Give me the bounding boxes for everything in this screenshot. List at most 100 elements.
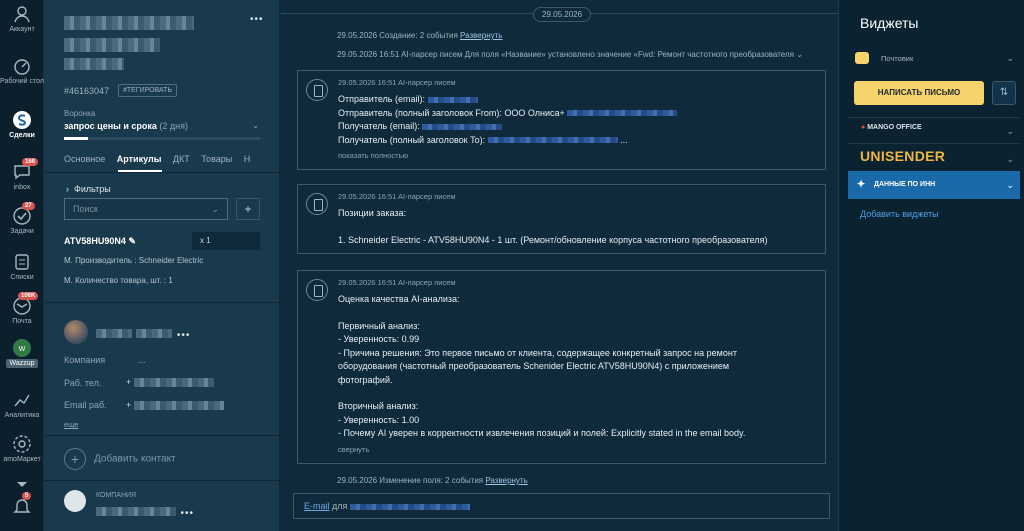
filters-toggle[interactable]: › Фильтры bbox=[66, 184, 111, 194]
attr-manufacturer: М. Производитель : Schneider Electric bbox=[64, 256, 204, 265]
note-line-tail: ... bbox=[620, 134, 628, 145]
system-event-title-text: 29.05.2026 16:51 AI-парсер писем Для пол… bbox=[337, 50, 794, 59]
note-line-text: Отправитель (email): bbox=[338, 94, 425, 104]
market-icon bbox=[13, 435, 31, 453]
search-placeholder: Поиск bbox=[73, 204, 98, 214]
widget-inn-data[interactable]: ✦ ДАННЫЕ ПО ИНН ⌄ bbox=[848, 171, 1020, 199]
company-field-label: Компания bbox=[64, 355, 106, 365]
expand-link[interactable]: Развернуть bbox=[485, 476, 527, 485]
tab-goods[interactable]: Товары bbox=[201, 154, 232, 164]
work-phone-label: Раб. тел. bbox=[64, 378, 102, 388]
note-line-text: Отправитель (полный заголовок From): ООО… bbox=[338, 107, 565, 118]
collapse-link[interactable]: свернуть bbox=[338, 445, 369, 454]
note-line: оборудования (частотный преобразователь … bbox=[338, 361, 730, 371]
widgets-panel: Виджеты Почтовик ⌄ НАПИСАТЬ ПИСЬМО ⇅ ⌄ ●… bbox=[838, 0, 1024, 531]
nav-label-lists: Списки bbox=[10, 274, 34, 281]
write-letter-button[interactable]: НАПИСАТЬ ПИСЬМО bbox=[854, 81, 984, 105]
svg-text:W: W bbox=[19, 346, 26, 353]
mail-widget-label: Почтовик bbox=[881, 54, 914, 63]
avatar[interactable] bbox=[64, 320, 88, 344]
company-field-value[interactable]: ... bbox=[138, 355, 146, 365]
nav-analytics[interactable]: Аналитика bbox=[0, 390, 44, 419]
left-nav: Аккаунт Рабочий стол Сделки 168 inbox 27… bbox=[0, 0, 44, 531]
company-name[interactable]: ••• bbox=[96, 503, 194, 521]
chevron-down-icon bbox=[17, 482, 27, 487]
nav-market[interactable]: amoМаркет bbox=[0, 434, 44, 463]
redacted-email bbox=[133, 401, 224, 411]
company-avatar[interactable] bbox=[64, 490, 86, 512]
work-email-label: Email раб. bbox=[64, 400, 107, 410]
chevron-down-icon: ⌄ bbox=[1006, 180, 1014, 190]
tab-next[interactable]: Н bbox=[244, 154, 251, 164]
lead-menu-button[interactable]: ••• bbox=[250, 14, 264, 25]
note-line: Получатель (email): bbox=[338, 120, 677, 134]
note-line: Оценка качества AI-анализа: bbox=[338, 294, 460, 304]
lead-title[interactable] bbox=[64, 14, 194, 70]
nav-notifications[interactable]: 5 bbox=[0, 492, 44, 518]
sku-quantity-field[interactable]: x 1 bbox=[192, 232, 260, 250]
system-event-create: 29.05.2026 Создание: 2 события Развернут… bbox=[337, 31, 502, 40]
swap-icon[interactable]: ⇅ bbox=[992, 81, 1016, 105]
chevron-down-icon[interactable]: ⌄ bbox=[796, 50, 803, 59]
chevron-down-icon: ⌄ bbox=[1006, 126, 1014, 136]
sku-name[interactable]: ATV58HU90N4 ✎ bbox=[64, 236, 136, 247]
show-full-link[interactable]: показать полностью bbox=[338, 151, 408, 160]
nav-label-account: Аккаунт bbox=[9, 26, 35, 33]
add-contact-label: Добавить контакт bbox=[94, 453, 176, 465]
company-section-label: КОМПАНИЯ bbox=[96, 492, 137, 499]
company-menu-button[interactable]: ••• bbox=[180, 508, 194, 519]
add-widgets-link[interactable]: Добавить виджеты bbox=[860, 209, 939, 219]
note-line: 1. Schneider Electric - ATV58HU90N4 - 1 … bbox=[338, 234, 768, 245]
lead-id: #46163047 bbox=[64, 86, 110, 96]
feed: 29.05.2026 29.05.2026 Создание: 2 событи… bbox=[281, 0, 838, 531]
contact-menu-button[interactable]: ••• bbox=[177, 330, 191, 341]
chevron-down-icon: ⌄ bbox=[1006, 154, 1014, 164]
work-phone-value[interactable]: + bbox=[126, 377, 214, 388]
nav-deals[interactable]: Сделки bbox=[0, 110, 44, 139]
nav-lists[interactable]: Списки bbox=[0, 252, 44, 281]
widget-mail[interactable]: Почтовик ⌄ bbox=[848, 46, 1020, 72]
pencil-icon: ✎ bbox=[128, 236, 136, 246]
redacted-value bbox=[422, 123, 503, 130]
nav-account[interactable]: Аккаунт bbox=[0, 4, 44, 33]
lead-tabs: Основное Артикулы ДКТ Товары Н bbox=[64, 154, 259, 164]
contact-name[interactable]: ••• bbox=[96, 325, 190, 343]
nav-inbox[interactable]: 168 inbox bbox=[0, 158, 44, 191]
tabs-divider bbox=[44, 172, 280, 173]
tab-main[interactable]: Основное bbox=[64, 154, 105, 164]
tab-dkt[interactable]: ДКТ bbox=[173, 154, 190, 164]
nav-wazzup[interactable]: W Wazzup bbox=[0, 338, 44, 368]
note-meta: 29.05.2026 16:51 AI-парсер писем bbox=[338, 278, 456, 287]
chevron-right-icon: › bbox=[66, 184, 69, 194]
mango-logo-dot: ● bbox=[861, 124, 866, 131]
tab-articles[interactable]: Артикулы bbox=[117, 154, 162, 164]
compose-input[interactable]: E-mail для bbox=[293, 493, 830, 519]
note-body: Отправитель (email): Отправитель (полный… bbox=[338, 93, 678, 147]
more-fields-link[interactable]: еще bbox=[64, 420, 78, 429]
nav-dashboard[interactable]: Рабочий стол bbox=[0, 56, 44, 85]
work-email-value[interactable]: + bbox=[126, 400, 224, 411]
add-contact-button[interactable]: + Добавить контакт bbox=[64, 448, 176, 470]
tag-button[interactable]: #ТЕГИРОВАТЬ bbox=[118, 84, 178, 97]
chevron-down-icon[interactable]: ⌄ bbox=[252, 121, 259, 130]
widgets-title: Виджеты bbox=[860, 15, 919, 31]
note-body: Оценка качества AI-анализа: Первичный ан… bbox=[338, 293, 745, 441]
search-input[interactable]: Поиск ⌄ bbox=[64, 198, 228, 220]
note-icon bbox=[306, 79, 328, 101]
mail-badge: 106K bbox=[18, 292, 39, 300]
compose-channel-link[interactable]: E-mail bbox=[304, 501, 330, 511]
redacted-recipient bbox=[349, 503, 470, 510]
nav-tasks[interactable]: 27 Задачи bbox=[0, 202, 44, 235]
funnel-value: запрос цены и срока bbox=[64, 121, 157, 131]
expand-link[interactable]: Развернуть bbox=[460, 31, 502, 40]
note-line: - Уверенность: 1.00 bbox=[338, 414, 420, 425]
add-article-button[interactable]: + bbox=[236, 198, 260, 220]
note-spacer bbox=[338, 387, 745, 400]
funnel-select[interactable]: запрос цены и срока (2 дня) bbox=[64, 121, 188, 131]
note-line: - Почему AI уверен в корректности извлеч… bbox=[338, 428, 746, 438]
funnel-label: Воронка bbox=[64, 109, 96, 118]
redacted-name-2 bbox=[136, 329, 173, 339]
plus-icon: + bbox=[64, 448, 86, 470]
list-icon bbox=[15, 254, 29, 270]
nav-mail[interactable]: 106K Почта bbox=[0, 292, 44, 325]
